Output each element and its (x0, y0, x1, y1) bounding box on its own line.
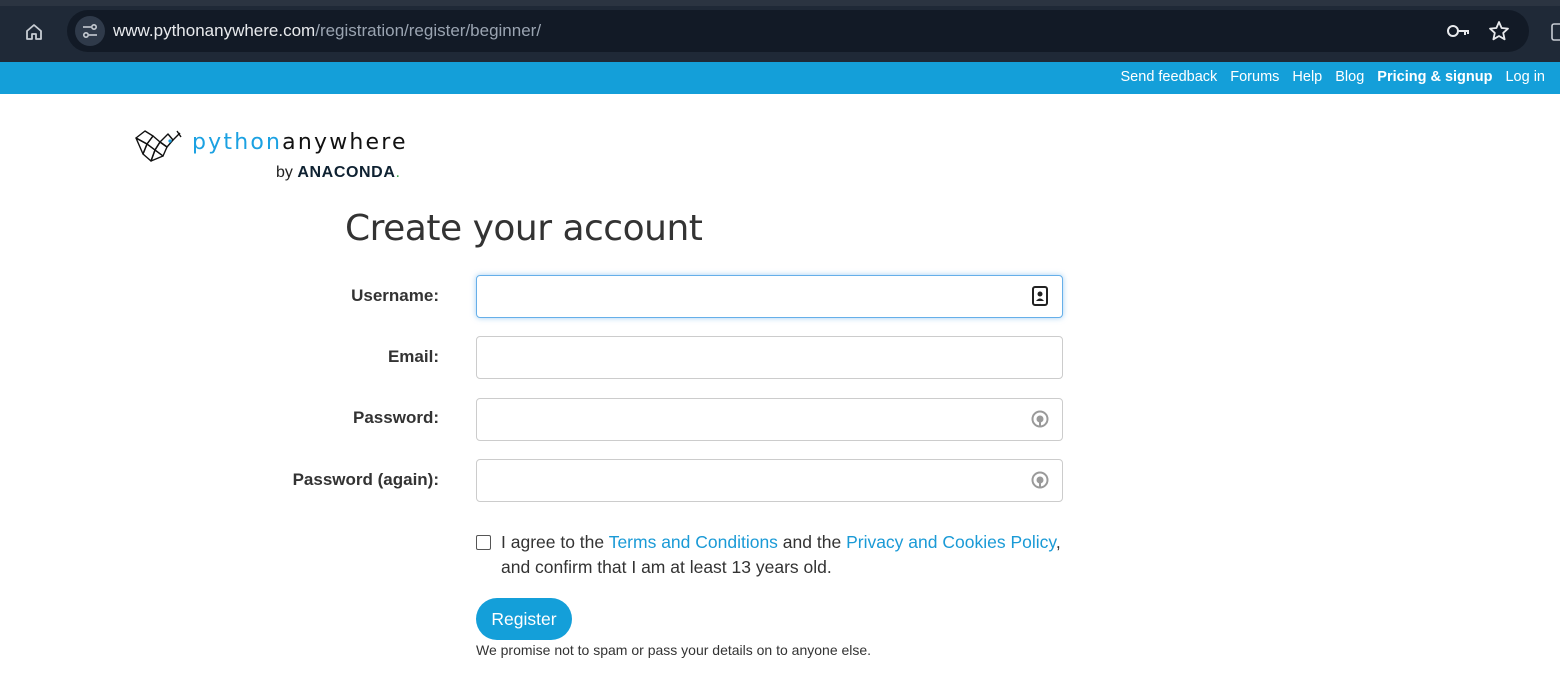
logo-wordmark: pythonanywhere (192, 130, 408, 155)
tab-strip (0, 0, 1560, 6)
bookmark-star-icon[interactable] (1488, 20, 1510, 42)
site-info-button[interactable] (75, 16, 105, 46)
nav-help[interactable]: Help (1292, 69, 1322, 85)
home-button[interactable] (20, 18, 48, 46)
nav-log-in[interactable]: Log in (1505, 69, 1545, 85)
pythonanywhere-logo-icon (135, 130, 182, 162)
tune-icon (82, 23, 98, 39)
privacy-policy-link[interactable]: Privacy and Cookies Policy (846, 532, 1056, 552)
password-key-icon[interactable] (1446, 21, 1472, 41)
url-host: www.pythonanywhere.com (113, 21, 316, 40)
site-top-nav: Send feedback Forums Help Blog Pricing &… (0, 62, 1560, 94)
address-bar[interactable]: www.pythonanywhere.com/registration/regi… (67, 10, 1529, 52)
privacy-promise: We promise not to spam or pass your deta… (476, 642, 872, 658)
nav-blog[interactable]: Blog (1335, 69, 1364, 85)
url-path: /registration/register/beginner/ (315, 21, 542, 40)
password-again-input[interactable] (476, 459, 1063, 502)
logo-by-text: by (276, 164, 293, 181)
password-manager-icon[interactable] (1031, 408, 1049, 430)
logo-anaconda-dot: . (395, 164, 400, 181)
nav-send-feedback[interactable]: Send feedback (1121, 69, 1218, 85)
password-manager-icon[interactable] (1031, 469, 1049, 491)
logo-byline: by ANACONDA. (276, 164, 400, 182)
terms-middle: and the (777, 532, 847, 552)
page-title: Create your account (345, 208, 703, 249)
logo-word-python: python (192, 130, 283, 155)
browser-toolbar: www.pythonanywhere.com/registration/regi… (0, 0, 1560, 62)
username-label: Username: (351, 286, 439, 305)
extension-icon[interactable] (1548, 22, 1560, 42)
terms-checkbox[interactable] (476, 535, 491, 550)
terms-prefix: I agree to the (501, 532, 609, 552)
url-text[interactable]: www.pythonanywhere.com/registration/regi… (113, 21, 541, 41)
password-label: Password: (353, 408, 439, 427)
email-input[interactable] (476, 336, 1063, 379)
register-button[interactable]: Register (476, 598, 572, 640)
password-again-label: Password (again): (292, 470, 439, 489)
logo-word-anywhere: anywhere (282, 130, 408, 155)
username-input[interactable] (476, 275, 1063, 318)
home-icon (26, 24, 42, 40)
nav-pricing-signup[interactable]: Pricing & signup (1377, 69, 1492, 85)
password-input[interactable] (476, 398, 1063, 441)
terms-text: I agree to the Terms and Conditions and … (501, 530, 1081, 580)
nav-forums[interactable]: Forums (1230, 69, 1279, 85)
site-logo[interactable]: pythonanywhere by ANACONDA. (133, 128, 423, 188)
terms-conditions-link[interactable]: Terms and Conditions (609, 532, 778, 552)
logo-anaconda: ANACONDA (297, 164, 396, 181)
contact-card-icon[interactable] (1031, 285, 1049, 307)
email-label: Email: (387, 347, 439, 366)
